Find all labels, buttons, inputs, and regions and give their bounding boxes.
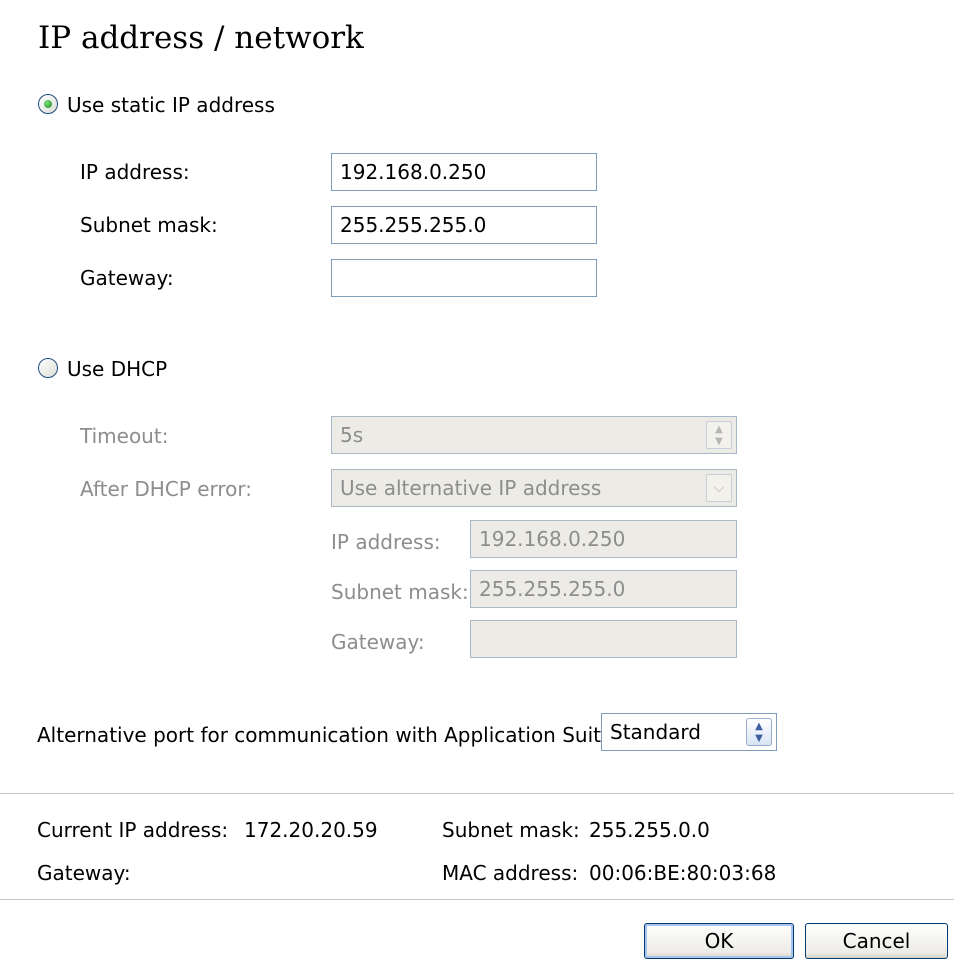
radio-selected-dot-icon: [44, 100, 52, 108]
alt-port-value: Standard: [610, 720, 701, 744]
alt-ip-address-label: IP address:: [331, 530, 441, 554]
current-subnet-mask-value: 255.255.0.0: [589, 818, 710, 842]
alt-port-spinner[interactable]: Standard ▲ ▼: [601, 713, 777, 751]
chevron-down-icon[interactable]: ⌵: [706, 474, 732, 502]
mac-address-label: MAC address:: [442, 861, 579, 885]
static-ip-radio[interactable]: [38, 94, 58, 114]
after-dhcp-error-value: Use alternative IP address: [340, 476, 602, 500]
cancel-button[interactable]: Cancel: [805, 923, 948, 959]
current-ip-label: Current IP address:: [37, 818, 229, 842]
subnet-mask-label: Subnet mask:: [80, 213, 218, 237]
gateway-input[interactable]: [331, 259, 597, 297]
subnet-mask-input[interactable]: 255.255.255.0: [331, 206, 597, 244]
current-subnet-mask-label: Subnet mask:: [442, 818, 580, 842]
page-title: IP address / network: [38, 20, 364, 56]
current-gateway-label: Gateway:: [37, 861, 131, 885]
alt-gateway-label: Gateway:: [331, 630, 425, 654]
timeout-label: Timeout:: [80, 424, 169, 448]
after-dhcp-error-label: After DHCP error:: [80, 477, 253, 501]
mac-address-value: 00:06:BE:80:03:68: [589, 861, 777, 885]
ok-button[interactable]: OK: [644, 923, 794, 959]
dhcp-radio[interactable]: [38, 358, 58, 378]
spinner-arrows-icon[interactable]: ▲ ▼: [746, 718, 772, 746]
alt-gateway-input[interactable]: [470, 620, 737, 658]
ip-address-input[interactable]: 192.168.0.250: [331, 153, 597, 191]
separator: [0, 793, 954, 794]
ip-address-label: IP address:: [80, 160, 190, 184]
separator: [0, 899, 954, 900]
static-ip-radio-label[interactable]: Use static IP address: [67, 93, 275, 117]
ip-network-dialog: IP address / network Use static IP addre…: [0, 0, 954, 969]
alt-subnet-mask-input[interactable]: 255.255.255.0: [470, 570, 737, 608]
timeout-value: 5s: [340, 423, 364, 447]
gateway-label: Gateway:: [80, 266, 174, 290]
dhcp-radio-label[interactable]: Use DHCP: [67, 357, 167, 381]
alt-port-label: Alternative port for communication with …: [37, 723, 621, 747]
timeout-spinner[interactable]: 5s ▲ ▼: [331, 416, 737, 454]
alt-subnet-mask-label: Subnet mask:: [331, 580, 469, 604]
spinner-arrows-icon[interactable]: ▲ ▼: [706, 421, 732, 449]
alt-ip-address-input[interactable]: 192.168.0.250: [470, 520, 737, 558]
current-ip-value: 172.20.20.59: [244, 818, 378, 842]
after-dhcp-error-select[interactable]: Use alternative IP address ⌵: [331, 469, 737, 507]
